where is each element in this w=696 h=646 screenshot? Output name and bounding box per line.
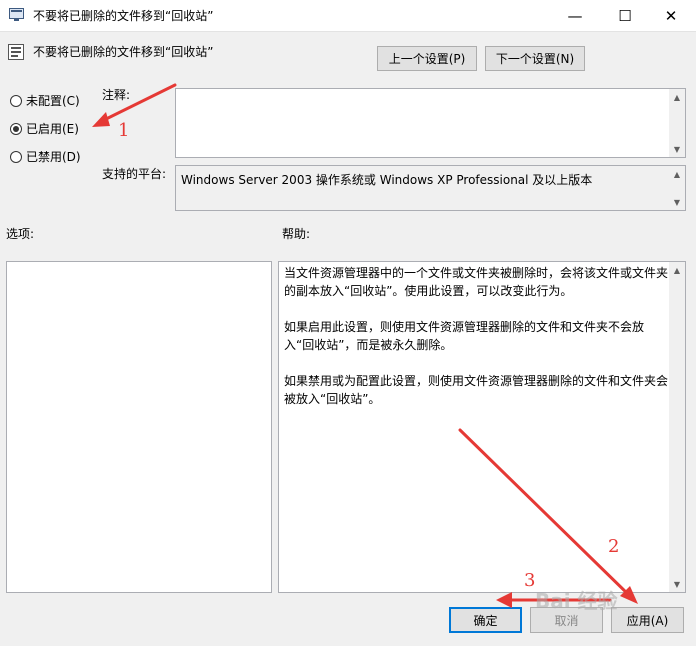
close-button[interactable]: ✕ xyxy=(648,0,694,31)
maximize-icon: ☐ xyxy=(618,6,632,25)
help-scrollbar[interactable]: ▲ ▼ xyxy=(669,262,685,592)
policy-window-icon xyxy=(9,8,24,21)
options-label: 选项: xyxy=(6,227,35,241)
platform-value: Windows Server 2003 操作系统或 Windows XP Pro… xyxy=(181,173,593,187)
watermark: Bai 经验 xyxy=(535,589,618,613)
minimize-button[interactable]: — xyxy=(552,0,598,31)
radio-circle[interactable] xyxy=(10,94,22,107)
radio-disabled[interactable]: 已禁用(D) xyxy=(10,148,81,165)
help-paragraph: 如果禁用或为配置此设置，则使用文件资源管理器删除的文件和文件夹会被放入“回收站”… xyxy=(284,374,669,406)
maximize-button[interactable]: ☐ xyxy=(602,0,648,31)
scroll-down-icon[interactable]: ▼ xyxy=(669,194,685,210)
policy-setting-icon xyxy=(8,44,24,60)
radio-label: 未配置(C) xyxy=(26,94,80,108)
help-paragraph: 当文件资源管理器中的一个文件或文件夹被删除时，会将该文件或文件夹的副本放入“回收… xyxy=(284,266,669,298)
policy-title: 不要将已删除的文件移到“回收站” xyxy=(33,45,214,59)
annotation-number-1: 1 xyxy=(118,120,130,141)
scroll-down-icon[interactable]: ▼ xyxy=(669,576,685,592)
previous-setting-button[interactable]: 上一个设置(P) xyxy=(377,46,477,71)
comment-label: 注释: xyxy=(102,88,131,102)
annotation-number-3: 3 xyxy=(524,570,536,591)
radio-circle[interactable] xyxy=(10,122,22,135)
radio-enabled[interactable]: 已启用(E) xyxy=(10,120,79,137)
scroll-up-icon[interactable]: ▲ xyxy=(669,89,685,105)
ok-button[interactable]: 确定 xyxy=(449,607,522,633)
options-panel xyxy=(6,261,272,593)
radio-label: 已禁用(D) xyxy=(26,150,81,164)
platform-label: 支持的平台: xyxy=(102,167,167,181)
radio-circle[interactable] xyxy=(10,150,22,163)
close-icon: ✕ xyxy=(664,6,678,25)
help-paragraph: 如果启用此设置，则使用文件资源管理器删除的文件和文件夹不会放入“回收站”，而是被… xyxy=(284,320,645,352)
window-title: 不要将已删除的文件移到“回收站” xyxy=(33,9,214,23)
comment-scrollbar[interactable]: ▲ ▼ xyxy=(669,89,685,157)
help-text: 当文件资源管理器中的一个文件或文件夹被删除时，会将该文件或文件夹的副本放入“回收… xyxy=(284,264,669,426)
annotation-number-2: 2 xyxy=(608,536,620,557)
arrow-head-icon xyxy=(496,592,512,608)
radio-not-configured[interactable]: 未配置(C) xyxy=(10,92,80,109)
apply-button[interactable]: 应用(A) xyxy=(611,607,684,633)
platform-scrollbar[interactable]: ▲ ▼ xyxy=(669,166,685,210)
scroll-down-icon[interactable]: ▼ xyxy=(669,141,685,157)
arrow-head-icon xyxy=(92,112,110,127)
scroll-up-icon[interactable]: ▲ xyxy=(669,262,685,278)
next-setting-button[interactable]: 下一个设置(N) xyxy=(485,46,585,71)
minimize-icon: — xyxy=(567,6,583,25)
help-label: 帮助: xyxy=(282,227,311,241)
scroll-up-icon[interactable]: ▲ xyxy=(669,166,685,182)
comment-textarea[interactable]: ▲ ▼ xyxy=(175,88,686,158)
help-panel: 当文件资源管理器中的一个文件或文件夹被删除时，会将该文件或文件夹的副本放入“回收… xyxy=(278,261,686,593)
title-bar: 不要将已删除的文件移到“回收站” — ☐ ✕ xyxy=(0,0,696,32)
radio-label: 已启用(E) xyxy=(26,122,79,136)
platform-box: Windows Server 2003 操作系统或 Windows XP Pro… xyxy=(175,165,686,211)
